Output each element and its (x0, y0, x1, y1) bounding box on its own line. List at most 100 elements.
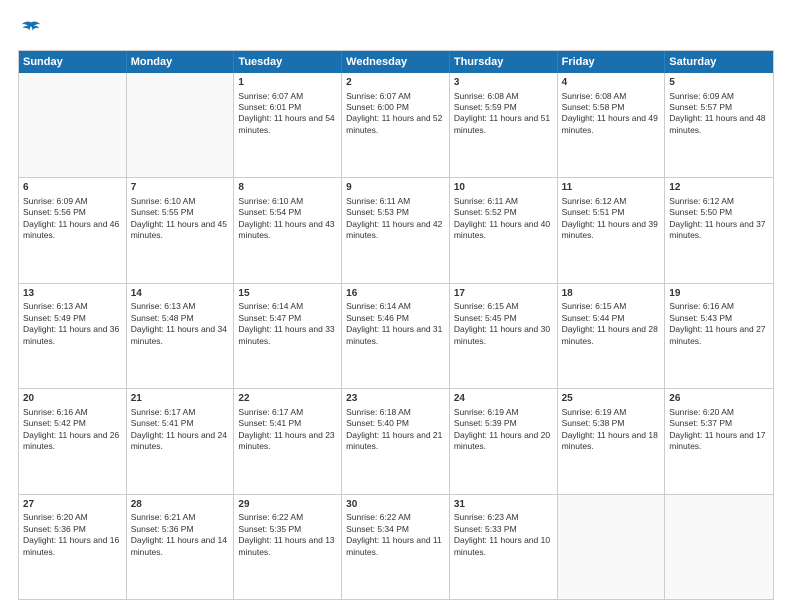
sunset-text: Sunset: 5:36 PM (131, 524, 194, 534)
calendar-body: 1Sunrise: 6:07 AMSunset: 6:01 PMDaylight… (19, 73, 773, 599)
day-number: 17 (454, 287, 553, 301)
sunset-text: Sunset: 5:36 PM (23, 524, 86, 534)
day-cell-7: 7Sunrise: 6:10 AMSunset: 5:55 PMDaylight… (127, 178, 235, 282)
weekday-header-wednesday: Wednesday (342, 51, 450, 73)
sunset-text: Sunset: 5:55 PM (131, 207, 194, 217)
sunset-text: Sunset: 5:54 PM (238, 207, 301, 217)
sunset-text: Sunset: 5:52 PM (454, 207, 517, 217)
daylight-text: Daylight: 11 hours and 54 minutes. (238, 113, 334, 134)
daylight-text: Daylight: 11 hours and 27 minutes. (669, 324, 765, 345)
daylight-text: Daylight: 11 hours and 28 minutes. (562, 324, 658, 345)
day-number: 4 (562, 76, 661, 90)
day-number: 18 (562, 287, 661, 301)
day-number: 14 (131, 287, 230, 301)
sunrise-text: Sunrise: 6:21 AM (131, 512, 196, 522)
day-cell-17: 17Sunrise: 6:15 AMSunset: 5:45 PMDayligh… (450, 284, 558, 388)
daylight-text: Daylight: 11 hours and 37 minutes. (669, 219, 765, 240)
sunrise-text: Sunrise: 6:16 AM (669, 301, 734, 311)
day-cell-10: 10Sunrise: 6:11 AMSunset: 5:52 PMDayligh… (450, 178, 558, 282)
sunrise-text: Sunrise: 6:16 AM (23, 407, 88, 417)
day-cell-8: 8Sunrise: 6:10 AMSunset: 5:54 PMDaylight… (234, 178, 342, 282)
day-number: 28 (131, 498, 230, 512)
daylight-text: Daylight: 11 hours and 34 minutes. (131, 324, 227, 345)
sunset-text: Sunset: 5:51 PM (562, 207, 625, 217)
calendar-row-2: 13Sunrise: 6:13 AMSunset: 5:49 PMDayligh… (19, 284, 773, 389)
day-number: 8 (238, 181, 337, 195)
sunset-text: Sunset: 5:45 PM (454, 313, 517, 323)
daylight-text: Daylight: 11 hours and 40 minutes. (454, 219, 550, 240)
day-cell-25: 25Sunrise: 6:19 AMSunset: 5:38 PMDayligh… (558, 389, 666, 493)
day-cell-15: 15Sunrise: 6:14 AMSunset: 5:47 PMDayligh… (234, 284, 342, 388)
daylight-text: Daylight: 11 hours and 46 minutes. (23, 219, 119, 240)
sunrise-text: Sunrise: 6:15 AM (454, 301, 519, 311)
day-cell-5: 5Sunrise: 6:09 AMSunset: 5:57 PMDaylight… (665, 73, 773, 177)
day-number: 20 (23, 392, 122, 406)
daylight-text: Daylight: 11 hours and 23 minutes. (238, 430, 334, 451)
sunset-text: Sunset: 5:48 PM (131, 313, 194, 323)
sunrise-text: Sunrise: 6:17 AM (238, 407, 303, 417)
day-cell-16: 16Sunrise: 6:14 AMSunset: 5:46 PMDayligh… (342, 284, 450, 388)
day-number: 13 (23, 287, 122, 301)
day-number: 1 (238, 76, 337, 90)
sunset-text: Sunset: 5:49 PM (23, 313, 86, 323)
sunset-text: Sunset: 5:40 PM (346, 418, 409, 428)
sunset-text: Sunset: 5:41 PM (131, 418, 194, 428)
day-number: 12 (669, 181, 769, 195)
day-cell-13: 13Sunrise: 6:13 AM Sunset: 5:49 PMDayligh… (19, 284, 127, 388)
day-cell-14: 14Sunrise: 6:13 AMSunset: 5:48 PMDayligh… (127, 284, 235, 388)
day-cell-28: 28Sunrise: 6:21 AM Sunset: 5:36 PMDayligh… (127, 495, 235, 599)
day-number: 16 (346, 287, 445, 301)
day-number: 25 (562, 392, 661, 406)
day-number: 5 (669, 76, 769, 90)
sunset-text: Sunset: 5:46 PM (346, 313, 409, 323)
daylight-text: Daylight: 11 hours and 39 minutes. (562, 219, 658, 240)
sunrise-text: Sunrise: 6:07 AM (238, 91, 303, 101)
sunrise-text: Sunrise: 6:14 AM (346, 301, 411, 311)
day-number: 23 (346, 392, 445, 406)
sunrise-text: Sunrise: 6:18 AM (346, 407, 411, 417)
day-number: 27 (23, 498, 122, 512)
sunrise-text: Sunrise: 6:22 AM (346, 512, 411, 522)
sunrise-text: Sunrise: 6:10 AM (238, 196, 303, 206)
sunrise-text: Sunrise: 6:12 AM (669, 196, 734, 206)
weekday-header-thursday: Thursday (450, 51, 558, 73)
sunrise-text: Sunrise: 6:23 AM (454, 512, 519, 522)
day-cell-1: 1Sunrise: 6:07 AMSunset: 6:01 PMDaylight… (234, 73, 342, 177)
day-number: 21 (131, 392, 230, 406)
sunrise-text: Sunrise: 6:14 AM (238, 301, 303, 311)
day-cell-24: 24Sunrise: 6:19 AMSunset: 5:39 PMDayligh… (450, 389, 558, 493)
day-number: 22 (238, 392, 337, 406)
daylight-text: Daylight: 11 hours and 13 minutes. (238, 535, 334, 556)
logo (18, 18, 42, 40)
day-cell-2: 2Sunrise: 6:07 AMSunset: 6:00 PMDaylight… (342, 73, 450, 177)
sunrise-text: Sunrise: 6:13 AM (23, 301, 88, 311)
day-cell-empty-4-6 (665, 495, 773, 599)
sunrise-text: Sunrise: 6:20 AM (23, 512, 88, 522)
sunset-text: Sunset: 5:59 PM (454, 102, 517, 112)
daylight-text: Daylight: 11 hours and 17 minutes. (669, 430, 765, 451)
sunset-text: Sunset: 5:47 PM (238, 313, 301, 323)
day-number: 10 (454, 181, 553, 195)
day-cell-27: 27Sunrise: 6:20 AMSunset: 5:36 PMDayligh… (19, 495, 127, 599)
header (18, 18, 774, 40)
day-cell-30: 30Sunrise: 6:22 AMSunset: 5:34 PMDayligh… (342, 495, 450, 599)
daylight-text: Daylight: 11 hours and 14 minutes. (131, 535, 227, 556)
day-cell-empty-0-1 (127, 73, 235, 177)
daylight-text: Daylight: 11 hours and 36 minutes. (23, 324, 119, 345)
day-cell-31: 31Sunrise: 6:23 AMSunset: 5:33 PMDayligh… (450, 495, 558, 599)
sunset-text: Sunset: 5:39 PM (454, 418, 517, 428)
weekday-header-friday: Friday (558, 51, 666, 73)
sunrise-text: Sunrise: 6:11 AM (346, 196, 410, 206)
daylight-text: Daylight: 11 hours and 10 minutes. (454, 535, 550, 556)
day-cell-19: 19Sunrise: 6:16 AMSunset: 5:43 PMDayligh… (665, 284, 773, 388)
day-number: 3 (454, 76, 553, 90)
sunset-text: Sunset: 5:33 PM (454, 524, 517, 534)
day-cell-22: 22Sunrise: 6:17 AMSunset: 5:41 PMDayligh… (234, 389, 342, 493)
day-cell-20: 20Sunrise: 6:16 AMSunset: 5:42 PMDayligh… (19, 389, 127, 493)
sunrise-text: Sunrise: 6:19 AM (562, 407, 627, 417)
daylight-text: Daylight: 11 hours and 45 minutes. (131, 219, 227, 240)
day-cell-empty-4-5 (558, 495, 666, 599)
day-number: 30 (346, 498, 445, 512)
sunrise-text: Sunrise: 6:22 AM (238, 512, 303, 522)
calendar-header: SundayMondayTuesdayWednesdayThursdayFrid… (19, 51, 773, 73)
